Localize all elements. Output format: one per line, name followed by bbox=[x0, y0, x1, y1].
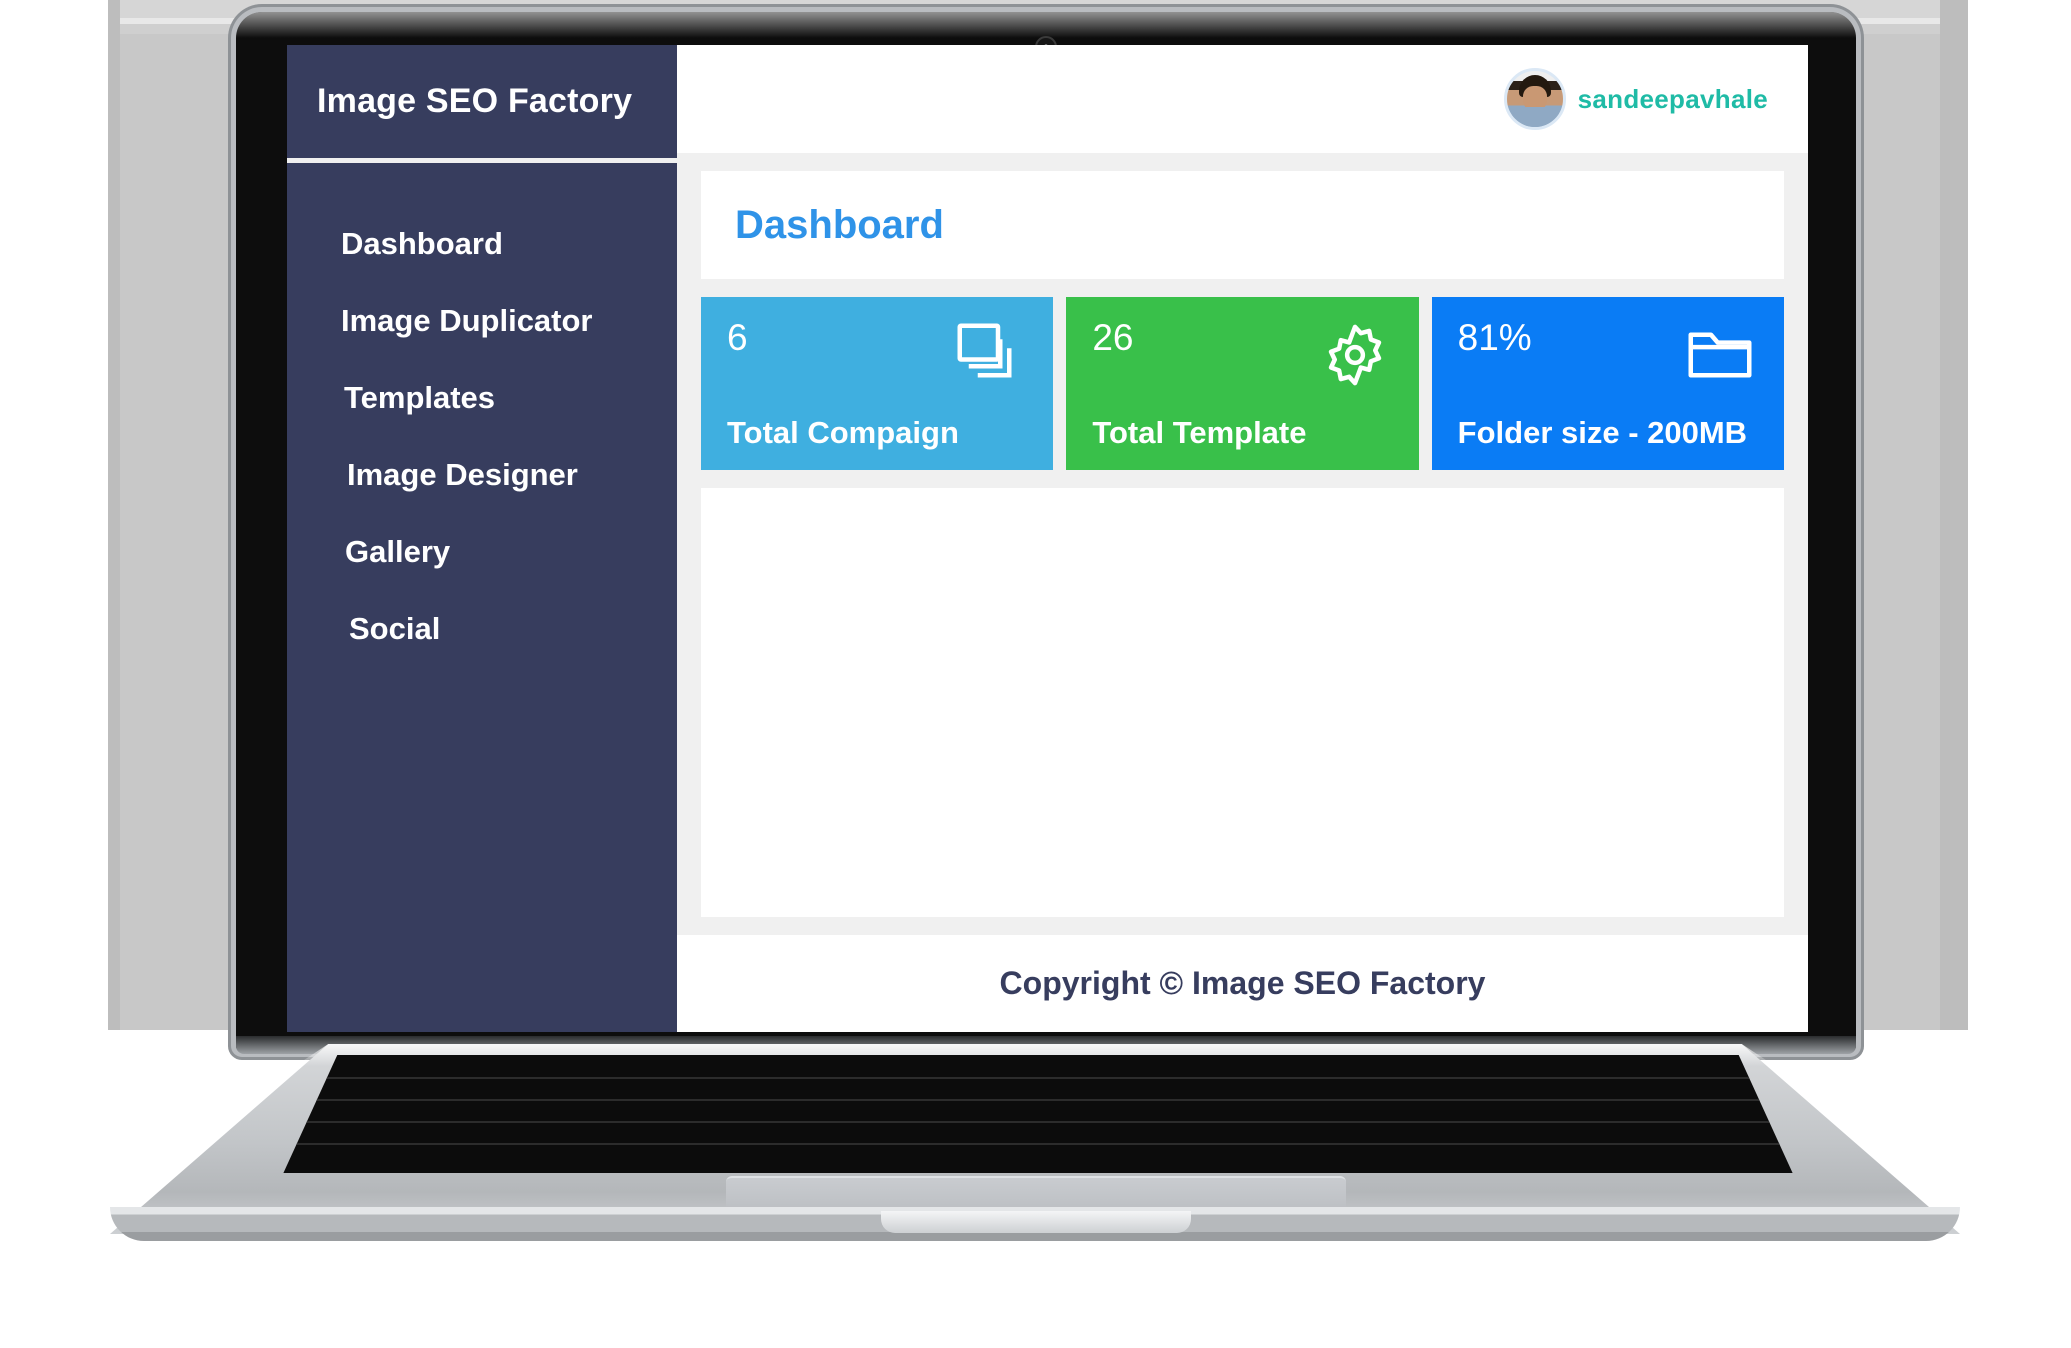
stat-card-folder-size[interactable]: 81% Folder size - 200MB bbox=[1431, 297, 1784, 470]
page-title-panel: Dashboard bbox=[701, 171, 1784, 279]
sidebar-item-label: Image Designer bbox=[347, 456, 578, 492]
lid-gloss bbox=[236, 12, 1856, 38]
footer: Copyright © Image SEO Factory bbox=[677, 935, 1808, 1032]
top-bar: sandeepavhale bbox=[677, 45, 1808, 153]
sidebar-item-image-duplicator[interactable]: Image Duplicator bbox=[287, 282, 677, 359]
username-label: sandeepavhale bbox=[1577, 83, 1768, 114]
sidebar-item-templates[interactable]: Templates bbox=[287, 359, 677, 436]
sidebar-item-label: Dashboard bbox=[341, 225, 503, 261]
stat-card-label: Folder size - 200MB bbox=[1457, 414, 1748, 450]
sidebar: Image SEO Factory Dashboard Image Duplic… bbox=[287, 45, 677, 1032]
copyright-text: Copyright © Image SEO Factory bbox=[999, 965, 1486, 1001]
laptop-screen: Image SEO Factory Dashboard Image Duplic… bbox=[287, 45, 1808, 1032]
copy-stack-icon bbox=[953, 319, 1025, 391]
stat-card-label: Total Template bbox=[1092, 414, 1307, 450]
sidebar-menu: Dashboard Image Duplicator Templates Ima… bbox=[287, 163, 677, 1032]
page-title: Dashboard bbox=[735, 202, 944, 247]
screenshot-stage: Image SEO Factory Dashboard Image Duplic… bbox=[0, 0, 2071, 1348]
sidebar-item-dashboard[interactable]: Dashboard bbox=[287, 205, 677, 282]
laptop-base-notch bbox=[880, 1211, 1191, 1233]
user-avatar[interactable] bbox=[1503, 68, 1566, 130]
sidebar-item-label: Social bbox=[349, 610, 441, 646]
folder-icon bbox=[1684, 319, 1756, 391]
sidebar-brand[interactable]: Image SEO Factory bbox=[287, 45, 677, 158]
sidebar-item-social[interactable]: Social bbox=[287, 590, 677, 667]
stat-cards: 6 Total Compaign 26 Total Template 81% F… bbox=[701, 297, 1784, 470]
stat-card-total-template[interactable]: 26 Total Template bbox=[1066, 297, 1419, 470]
dashboard-body-panel bbox=[701, 488, 1784, 917]
stat-card-total-compaign[interactable]: 6 Total Compaign bbox=[701, 297, 1054, 470]
sidebar-item-label: Gallery bbox=[345, 533, 451, 569]
gear-icon bbox=[1319, 319, 1391, 391]
stat-card-label: Total Compaign bbox=[727, 414, 959, 450]
avatar-shirt bbox=[1508, 107, 1563, 127]
sidebar-item-label: Templates bbox=[344, 379, 496, 415]
laptop-keyboard bbox=[283, 1055, 1793, 1173]
wall-edge-right bbox=[1940, 0, 1968, 1030]
main-column: sandeepavhale Dashboard 6 Total Compaign bbox=[677, 45, 1808, 1032]
wall-edge-left bbox=[108, 0, 120, 1030]
user-menu[interactable]: sandeepavhale bbox=[1503, 68, 1768, 130]
sidebar-item-gallery[interactable]: Gallery bbox=[287, 513, 677, 590]
sidebar-item-label: Image Duplicator bbox=[341, 302, 593, 338]
sidebar-item-image-designer[interactable]: Image Designer bbox=[287, 436, 677, 513]
content-area: Dashboard 6 Total Compaign 26 Total Temp… bbox=[677, 153, 1808, 935]
